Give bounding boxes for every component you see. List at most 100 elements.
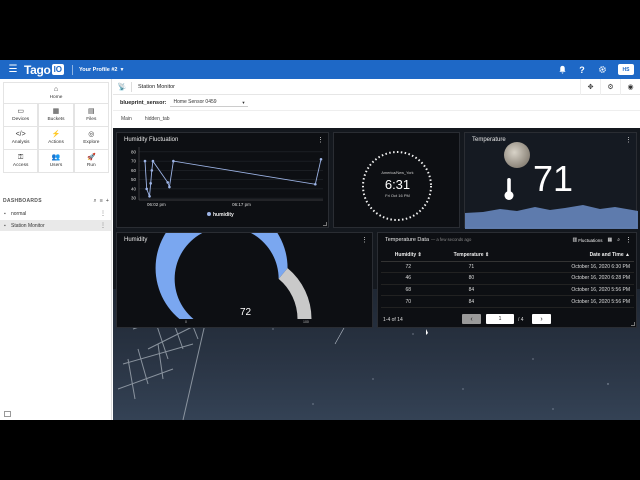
nav-label: Actions [48,140,64,145]
chevron-down-icon: ▼ [241,99,246,105]
temperature-value: 71 [533,158,574,199]
calendar-icon[interactable]: ▦ [607,237,612,243]
collapse-sidebar-icon[interactable] [4,411,11,417]
blueprint-value: Home Sensor 0459 [173,99,217,105]
nav-label: Access [12,163,29,168]
column-label: Date and Time [589,252,624,259]
cell-datetime: October 16, 2020 6:30 PM [507,261,634,274]
humidity-data-point [148,194,151,198]
pagination-next-button[interactable]: › [532,314,551,324]
nav-explore[interactable]: ◎ Explore [73,127,109,150]
table-row[interactable]: 72 71 October 16, 2020 6:30 PM [381,261,634,274]
dashboard-main: 📡 Station Monitor ✥ ⚙ ◉ blueprint_sensor… [113,79,640,420]
more-options-icon[interactable]: ⋮ [625,236,632,244]
pagination-prev-button[interactable]: ‹ [462,314,481,324]
nav-access[interactable]: ⚿ Access [3,150,39,173]
legend-swatch [207,212,211,216]
y-tick-label: 30 [131,196,137,201]
cell-temperature: 84 [435,284,508,297]
avatar[interactable]: HS [618,64,634,75]
eye-icon[interactable]: ◉ [620,79,640,95]
humidity-line-chart: 30 40 50 60 70 80 06:02 pm 06:17 pm humidity [131,147,323,218]
resize-handle[interactable] [323,222,327,226]
gear-icon[interactable]: ⚙ [600,79,620,95]
widget-subtitle: — a few seconds ago [431,237,472,242]
dashboard-title: Station Monitor [131,81,175,92]
humidity-data-point [319,157,323,161]
nav-users[interactable]: 👥 Users [38,150,74,173]
widget-title-text: Temperature Data [385,237,430,243]
dashboard-header: 📡 Station Monitor ✥ ⚙ ◉ blueprint_sensor… [113,79,640,128]
tagoio-logo[interactable]: Tago IO [24,62,65,77]
more-options-icon[interactable]: ⋮ [100,222,106,229]
nav-label: Users [49,163,63,168]
table-row[interactable]: 68 84 October 16, 2020 5:56 PM [381,284,634,297]
gauge-max: 100 [303,320,309,324]
nav-run[interactable]: 🚀 Run [73,150,109,173]
nav-devices[interactable]: ▭ Devices [3,104,39,127]
nav-files[interactable]: ▤ Files [73,104,109,127]
add-icon[interactable]: + [106,198,109,205]
chevron-down-icon: ▼ [119,66,125,73]
dashboard-item-normal[interactable]: ▪ normal ⋮ [0,208,111,219]
nav-label: Explore [83,140,100,145]
table-row[interactable]: 70 84 October 16, 2020 5:56 PM [381,295,634,308]
blueprint-select[interactable]: Home Sensor 0459 ▼ [170,98,249,107]
devices-icon: ▭ [17,108,24,115]
temperature-widget: Temperature ⋮ 71 [464,132,638,229]
more-options-icon[interactable]: ⋮ [625,136,632,144]
table-header-row: Humidity ⇕ Temperature ⇕ Date and Time ▲ [381,250,634,262]
humidity-gauge-widget: Humidity ⋮ 72 0 100 [116,232,373,328]
humidity-data-point [143,159,147,163]
nav-buckets[interactable]: ▦ Buckets [38,104,74,127]
nav-label: Analysis [11,140,30,145]
cell-datetime: October 16, 2020 5:56 PM [507,295,634,308]
cell-humidity: 68 [381,284,436,297]
column-label: Humidity [394,252,417,259]
more-options-icon[interactable]: ⋮ [100,210,106,217]
widget-title: Temperature Data — a few seconds ago [385,237,471,243]
nav-actions[interactable]: ⚡ Actions [38,127,74,150]
move-icon[interactable]: ✥ [580,79,600,95]
nav-home-label: Home [49,95,63,100]
humidity-data-point [150,169,154,172]
column-header-humidity[interactable]: Humidity ⇕ [381,250,436,262]
column-header-date-time[interactable]: Date and Time ▲ [507,250,634,262]
gauge-min: 0 [185,320,187,324]
tab-hidden-tab[interactable]: hidden_tab [145,116,170,122]
home-icon: ⌂ [53,86,59,93]
resize-handle[interactable] [631,322,635,326]
nav-label: Devices [12,117,30,122]
dashboard-item-station-monitor[interactable]: ▪ Station Monitor ⋮ [0,220,111,231]
analysis-icon: </> [15,131,26,138]
humidity-fluctuation-widget: Humidity Fluctuation ⋮ 30 40 50 60 70 80 06:02… [116,132,329,228]
users-icon: 👥 [51,154,61,161]
humidity-data-point [145,187,149,191]
run-icon: 🚀 [86,154,96,161]
help-icon[interactable]: ? [572,60,592,79]
filter-button[interactable]: ▥ Fluctuations [572,237,602,243]
nav-home[interactable]: ⌂ Home [3,82,109,104]
filter-label: Fluctuations [578,237,603,243]
temperature-data-widget: Temperature Data — a few seconds ago ▥ Fl… [377,232,637,328]
logo-text: Tago [24,62,51,77]
page-input[interactable]: 1 [486,314,514,324]
nav-analysis[interactable]: </> Analysis [3,127,39,150]
thermometer-icon [503,177,515,201]
app-frame: ☰ Tago IO Your Profile #2 ▼ ? HS ⌂ Home [0,60,640,420]
search-icon[interactable]: ⌕ [617,237,620,243]
search-icon[interactable]: ⌕ [93,198,96,205]
top-navigation-bar: ☰ Tago IO Your Profile #2 ▼ ? HS [0,60,640,79]
nav-label: Run [86,163,96,168]
tab-main[interactable]: Main [121,116,132,122]
menu-icon[interactable]: ☰ [4,60,22,79]
y-tick-label: 70 [131,159,137,164]
y-tick-label: 50 [131,177,137,182]
profile-selector[interactable]: Your Profile #2 ▼ [72,64,125,75]
list-icon[interactable]: ≡ [100,198,103,205]
table-row[interactable]: 46 80 October 16, 2020 6:28 PM [381,272,634,285]
column-header-temperature[interactable]: Temperature ⇕ [435,250,508,262]
column-label: Temperature [453,252,484,259]
bell-icon[interactable] [552,60,572,79]
settings-icon[interactable] [592,60,612,79]
